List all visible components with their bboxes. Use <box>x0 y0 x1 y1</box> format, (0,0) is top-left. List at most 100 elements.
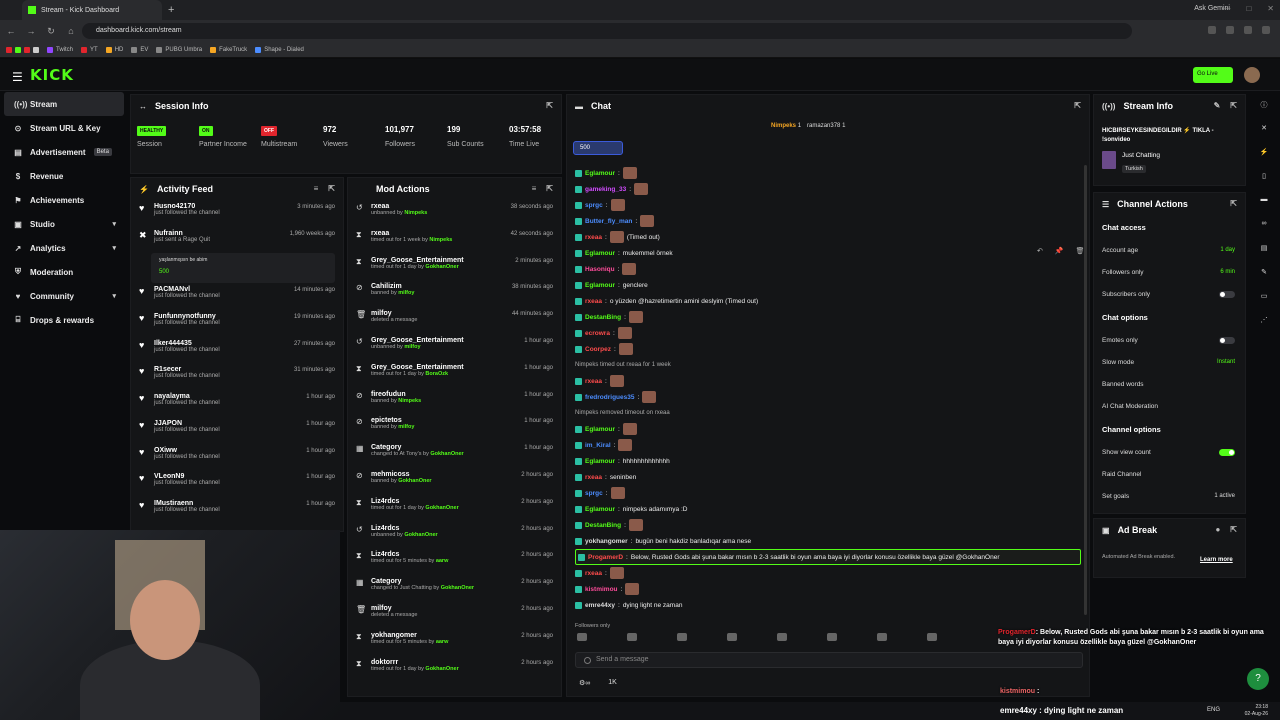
bookmark-hd[interactable]: HD <box>105 46 123 53</box>
chat-message[interactable]: rxeaa: seninben <box>575 469 1081 485</box>
chat-username[interactable]: Hasoniqu <box>585 266 615 273</box>
close-icon[interactable]: ✕ <box>1267 4 1274 13</box>
chat-message[interactable]: im_Kiral: <box>575 437 1081 453</box>
chat-message[interactable]: Hasoniqu: <box>575 261 1081 277</box>
pin-icon[interactable]: 📌 <box>1055 247 1064 255</box>
subscribers-only-setting[interactable]: Subscribers only <box>1094 283 1245 305</box>
sidebar-item-studio[interactable]: ▣ Studio ▾ <box>0 212 128 236</box>
kick-gift-pill[interactable]: 500 <box>573 141 623 155</box>
emote[interactable] <box>627 633 637 641</box>
bookmark-item[interactable] <box>6 46 39 53</box>
chat-message[interactable]: ProgamerD: Below, Rusted Gods abi şuna ba… <box>575 549 1081 565</box>
chat-message[interactable]: Eglamour: mukemmel örnek <box>575 245 1081 261</box>
emoji-icon[interactable] <box>584 657 591 664</box>
chat-message[interactable]: ecrowra: <box>575 325 1081 341</box>
share-icon[interactable]: ⋰ <box>1259 316 1269 326</box>
home-icon[interactable]: ⌂ <box>66 26 76 36</box>
chat-username[interactable]: sprgc <box>585 490 603 497</box>
close-icon[interactable]: ✕ <box>1259 124 1269 134</box>
extension-icon[interactable] <box>1226 26 1234 34</box>
browser-tab[interactable]: Stream - Kick Dashboard <box>22 0 162 20</box>
go-live-button[interactable]: Go Live <box>1193 67 1233 83</box>
bolt-icon[interactable]: ⚡ <box>1259 148 1269 158</box>
leaderboard-entry[interactable]: Nimpeks 1 <box>771 123 801 129</box>
bookmark-ev[interactable]: EV <box>131 46 148 53</box>
chat-username[interactable]: emre44xy <box>585 602 615 609</box>
chat-message[interactable]: sprgc: <box>575 485 1081 501</box>
chat-username[interactable]: DestanBing <box>585 522 621 529</box>
chat-username[interactable]: Butter_fly_man <box>585 218 632 225</box>
sidebar-item-achievements[interactable]: ⚑ Achievements <box>0 188 128 212</box>
leaderboard-entry[interactable]: ramazan378 1 <box>807 123 845 129</box>
popout-icon[interactable]: ⇱ <box>328 184 335 193</box>
url-field[interactable]: dashboard.kick.com/stream <box>82 23 1132 39</box>
back-icon[interactable]: ← <box>6 26 16 36</box>
banned-words-setting[interactable]: Banned words <box>1094 373 1245 395</box>
chat-message[interactable]: Eglamour: hhhhhhhhhhhhh <box>575 453 1081 469</box>
show-view-count-toggle[interactable] <box>1219 448 1235 456</box>
chat-message[interactable]: yokhangomer: bugün beni hakdiz banladıqar… <box>575 533 1081 549</box>
chat-username[interactable]: Eglamour <box>585 250 615 257</box>
chat-username[interactable]: DestanBing <box>585 314 621 321</box>
chat-username[interactable]: im_Kiral <box>585 442 611 449</box>
chat-message[interactable]: Nimpeks timed out rxeaa for 1 week <box>575 357 1081 373</box>
link-icon[interactable]: ∞ <box>1259 220 1269 230</box>
avatar[interactable] <box>1244 67 1260 83</box>
chat-icon[interactable]: ▬ <box>1259 196 1269 206</box>
chat-message[interactable]: emre44xy: dying light ne zaman <box>575 597 1081 613</box>
chat-username[interactable]: gameking_33 <box>585 186 626 193</box>
filter-icon[interactable]: ≡ <box>532 184 537 193</box>
info-icon[interactable]: ⓘ <box>1259 100 1269 110</box>
bookmark-faketruck[interactable]: FakeTruck <box>210 46 247 53</box>
chat-message[interactable]: rxeaa: <box>575 565 1081 581</box>
window-icon[interactable]: ▭ <box>1259 292 1269 302</box>
sidebar-item-community[interactable]: ♥ Community ▾ <box>0 284 128 308</box>
subscribers-only-toggle[interactable] <box>1219 290 1235 298</box>
popout-icon[interactable]: ⇱ <box>1230 101 1237 110</box>
emote[interactable] <box>677 633 687 641</box>
kick-logo[interactable]: KICK <box>30 66 74 84</box>
chat-username[interactable]: rxeaa <box>585 298 602 305</box>
sidebar-item-advertisement[interactable]: ▤ Advertisement Beta <box>0 140 128 164</box>
minimize-icon[interactable]: — <box>1222 4 1230 13</box>
extension-icon[interactable] <box>1244 26 1252 34</box>
language-indicator[interactable]: ENG <box>1207 707 1220 713</box>
chat-message[interactable]: DestanBing: <box>575 309 1081 325</box>
profile-icon[interactable] <box>1262 26 1270 34</box>
filter-icon[interactable]: ≡ <box>314 184 319 193</box>
chat-message[interactable]: Eglamour: genclere <box>575 277 1081 293</box>
sidebar-item-revenue[interactable]: $ Revenue <box>0 164 128 188</box>
set-goals-setting[interactable]: Set goals 1 active <box>1094 485 1245 507</box>
popout-icon[interactable]: ⇱ <box>546 184 553 193</box>
followers-only-setting[interactable]: Followers only 6 min <box>1094 261 1245 283</box>
bookmark-twitch[interactable]: Twitch <box>47 46 73 53</box>
bookmark-shape[interactable]: Shape - Dialed <box>255 46 304 53</box>
ai-chat-moderation-setting[interactable]: AI Chat Moderation <box>1094 395 1245 417</box>
chat-username[interactable]: Eglamour <box>585 282 615 289</box>
chat-message[interactable]: Eglamour: nimpeks adamımya :D <box>575 501 1081 517</box>
chat-username[interactable]: Eglamour <box>585 426 615 433</box>
chat-username[interactable]: ecrowra <box>585 330 610 337</box>
chat-message[interactable]: rxeaa: o yüzden @hazretimertin amini desl… <box>575 293 1081 309</box>
chat-message[interactable]: Butter_fly_man: <box>575 213 1081 229</box>
info-icon[interactable]: ● <box>1215 525 1220 534</box>
chat-username[interactable]: Eglamour <box>585 458 615 465</box>
popout-icon[interactable]: ⇱ <box>1230 199 1237 208</box>
chat-username[interactable]: rxeaa <box>585 234 602 241</box>
reload-icon[interactable]: ↻ <box>46 26 56 37</box>
chat-username[interactable]: Eglamour <box>585 506 615 513</box>
star-icon[interactable] <box>1208 26 1216 34</box>
chat-username[interactable]: rxeaa <box>585 378 602 385</box>
bookmark-yt[interactable]: YT <box>81 46 98 53</box>
emote[interactable] <box>577 633 587 641</box>
account-age-setting[interactable]: Account age 1 day <box>1094 239 1245 261</box>
clock[interactable]: 23:18 02-Aug-26 <box>1245 704 1268 718</box>
new-tab-icon[interactable]: + <box>168 4 174 16</box>
forward-icon[interactable]: → <box>26 26 36 36</box>
emote[interactable] <box>777 633 787 641</box>
list-icon[interactable]: ▤ <box>1259 244 1269 254</box>
emote[interactable] <box>827 633 837 641</box>
chat-message[interactable]: Eglamour: <box>575 421 1081 437</box>
popout-icon[interactable]: ⇱ <box>1074 101 1081 110</box>
edit-icon[interactable]: ✎ <box>1214 101 1221 110</box>
